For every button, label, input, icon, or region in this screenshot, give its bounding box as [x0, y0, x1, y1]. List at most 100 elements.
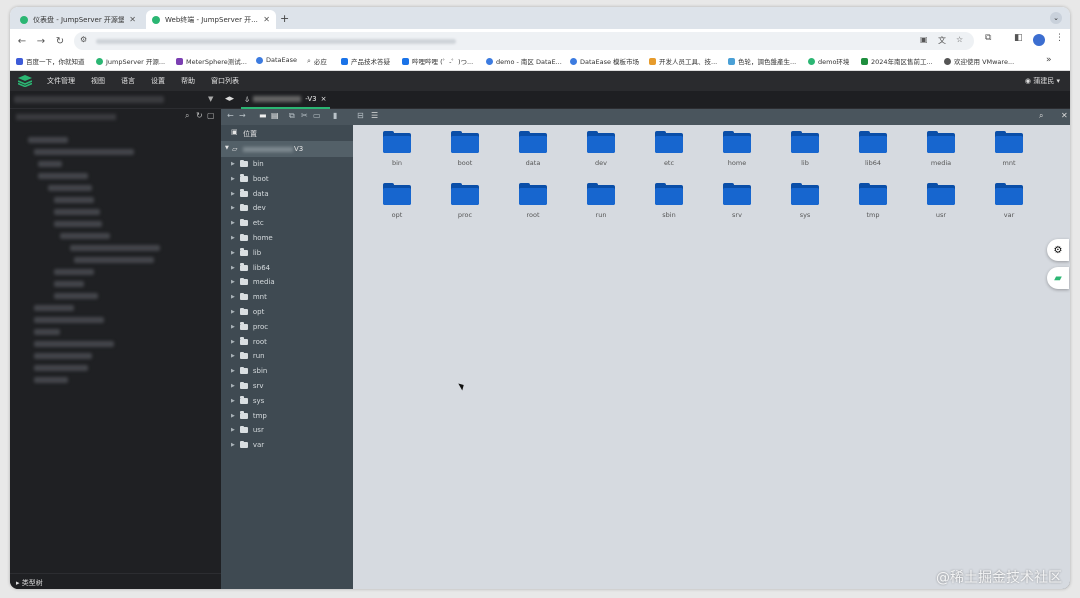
side-panel-icon[interactable]: ◧ — [1014, 33, 1023, 43]
folder-item-dev[interactable]: dev — [581, 131, 621, 167]
expand-icon[interactable]: ▶ — [231, 294, 235, 300]
folder-item-run[interactable]: run — [581, 183, 621, 219]
bookmark-item[interactable]: JumpServer 开源... — [96, 56, 165, 66]
folder-item-etc[interactable]: etc — [649, 131, 689, 167]
folder-item-home[interactable]: home — [717, 131, 757, 167]
tree-folder-sys[interactable]: ▶ sys — [231, 394, 264, 408]
expand-icon[interactable]: ▶ — [231, 191, 235, 197]
bookmark-item[interactable]: DataEase — [256, 56, 297, 64]
menu-settings[interactable]: 设置 — [151, 76, 165, 86]
type-tree-toggle[interactable]: ▸ 类型树 — [10, 573, 221, 589]
folder-item-sys[interactable]: sys — [785, 183, 825, 219]
folder-item-data[interactable]: data — [513, 131, 553, 167]
tree-folder-mnt[interactable]: ▶ mnt — [231, 290, 267, 304]
cut-icon[interactable]: ✂ — [301, 111, 308, 120]
browser-tab-web-terminal[interactable]: Web终端 - JumpServer 开... ✕ — [146, 10, 276, 29]
tree-folder-srv[interactable]: ▶ srv — [231, 379, 264, 393]
site-info-icon[interactable]: ⚙ — [80, 35, 87, 44]
address-bar[interactable]: ⚙ ▣ 文 ☆ — [74, 32, 974, 50]
folder-item-sbin[interactable]: sbin — [649, 183, 689, 219]
tree-folder-usr[interactable]: ▶ usr — [231, 423, 264, 437]
expand-icon[interactable]: ▶ — [231, 279, 235, 285]
bookmark-item[interactable]: 欢迎使用 VMware... — [944, 56, 1014, 66]
paste-icon[interactable]: ▭ — [313, 111, 321, 120]
bookmark-item[interactable]: 哔哩哔哩 (゜-゜)つ... — [402, 56, 473, 66]
expand-icon[interactable]: ▶ — [231, 427, 235, 433]
expand-icon[interactable]: ▶ — [231, 220, 235, 226]
copy-icon[interactable]: ⧉ — [289, 111, 295, 121]
chevron-down-icon[interactable]: ▼ — [208, 95, 213, 103]
bookmark-item[interactable]: ⌕ 必应 — [307, 56, 327, 67]
expand-icon[interactable]: ▶ — [231, 368, 235, 374]
new-tab-button[interactable]: + — [280, 12, 289, 25]
expand-icon[interactable]: ▶ — [231, 161, 235, 167]
folder-item-bin[interactable]: bin — [377, 131, 417, 167]
menu-view[interactable]: 视图 — [91, 76, 105, 86]
folder-item-proc[interactable]: proc — [445, 183, 485, 219]
expand-icon[interactable]: ▶ — [231, 265, 235, 271]
bookmark-star-icon[interactable]: ☆ — [956, 35, 963, 44]
profile-avatar[interactable] — [1033, 34, 1045, 46]
extensions-icon[interactable]: ⧉ — [985, 33, 991, 43]
folder-item-usr[interactable]: usr — [921, 183, 961, 219]
close-tab-icon[interactable]: ✕ — [263, 15, 270, 24]
tree-folder-bin[interactable]: ▶ bin — [231, 157, 264, 171]
folder-item-srv[interactable]: srv — [717, 183, 757, 219]
expand-icon[interactable]: ▶ — [231, 250, 235, 256]
chat-floating-button[interactable]: ▰ — [1047, 267, 1069, 289]
bookmark-item[interactable]: 百度一下，你就知道 — [16, 56, 85, 66]
tree-folder-media[interactable]: ▶ media — [231, 275, 275, 289]
tree-folder-boot[interactable]: ▶ boot — [231, 172, 269, 186]
bookmark-item[interactable]: DataEase 模板市场 — [570, 56, 639, 66]
translate-icon[interactable]: 文 — [938, 35, 946, 46]
tree-folder-home[interactable]: ▶ home — [231, 231, 273, 245]
back-icon[interactable]: ← — [15, 36, 29, 47]
collapse-icon[interactable]: ▢ — [207, 111, 215, 120]
folder-item-mnt[interactable]: mnt — [989, 131, 1029, 167]
search-icon[interactable]: ⌕ — [1039, 111, 1043, 121]
bookmark-item[interactable]: 产品技术答疑 — [341, 56, 390, 66]
forward-icon[interactable]: → — [239, 111, 246, 120]
screenshot-icon[interactable]: ▣ — [920, 35, 928, 44]
bookmark-item[interactable]: demo环境 — [808, 56, 849, 66]
tree-folder-lib[interactable]: ▶ lib — [231, 246, 261, 260]
back-icon[interactable]: ← — [227, 111, 234, 120]
more-bookmarks-icon[interactable]: » — [1046, 55, 1052, 65]
folder-item-boot[interactable]: boot — [445, 131, 485, 167]
folder-item-lib[interactable]: lib — [785, 131, 825, 167]
bookmark-item[interactable]: 2024年南区售前工... — [861, 56, 933, 66]
folder-item-opt[interactable]: opt — [377, 183, 417, 219]
expand-icon[interactable]: ▶ — [231, 383, 235, 389]
bookmark-item[interactable]: 开发人员工具、技... — [649, 56, 717, 66]
expand-icon[interactable]: ▶ — [231, 309, 235, 315]
bookmark-item[interactable]: MeterSphere测试... — [176, 56, 247, 66]
tree-folder-lib64[interactable]: ▶ lib64 — [231, 261, 270, 275]
tree-folder-var[interactable]: ▶ var — [231, 438, 264, 452]
expand-icon[interactable]: ▶ — [231, 235, 235, 241]
expand-icon[interactable]: ▶ — [231, 398, 235, 404]
folder-item-lib64[interactable]: lib64 — [853, 131, 893, 167]
folder-item-tmp[interactable]: tmp — [853, 183, 893, 219]
menu-language[interactable]: 语言 — [121, 76, 135, 86]
forward-icon[interactable]: → — [34, 36, 48, 47]
browser-menu-icon[interactable]: ⋮ — [1055, 33, 1064, 43]
tree-folder-tmp[interactable]: ▶ tmp — [231, 409, 267, 423]
user-menu[interactable]: ◉ 蒲建民 ▾ — [1025, 76, 1060, 86]
tree-folder-data[interactable]: ▶ data — [231, 187, 269, 201]
folder-item-media[interactable]: media — [921, 131, 961, 167]
refresh-icon[interactable]: ↻ — [196, 111, 203, 120]
menu-help[interactable]: 帮助 — [181, 76, 195, 86]
expand-icon[interactable]: ▶ — [231, 176, 235, 182]
search-icon[interactable]: ⌕ — [185, 111, 189, 121]
tree-folder-opt[interactable]: ▶ opt — [231, 305, 264, 319]
folder-item-root[interactable]: root — [513, 183, 553, 219]
rename-icon[interactable]: ⊟ — [357, 111, 364, 120]
close-tab-icon[interactable]: ✕ — [129, 15, 136, 24]
reload-icon[interactable]: ↻ — [53, 36, 67, 47]
expand-icon[interactable]: ▶ — [231, 413, 235, 419]
new-folder-icon[interactable]: ▬ — [259, 111, 267, 120]
menu-window-list[interactable]: 窗口列表 — [211, 76, 239, 86]
expand-icon[interactable]: ▶ — [231, 353, 235, 359]
browser-tab-dashboard[interactable]: 仪表盘 - JumpServer 开源堡... ✕ — [14, 10, 142, 29]
list-view-icon[interactable]: ☰ — [371, 111, 378, 120]
